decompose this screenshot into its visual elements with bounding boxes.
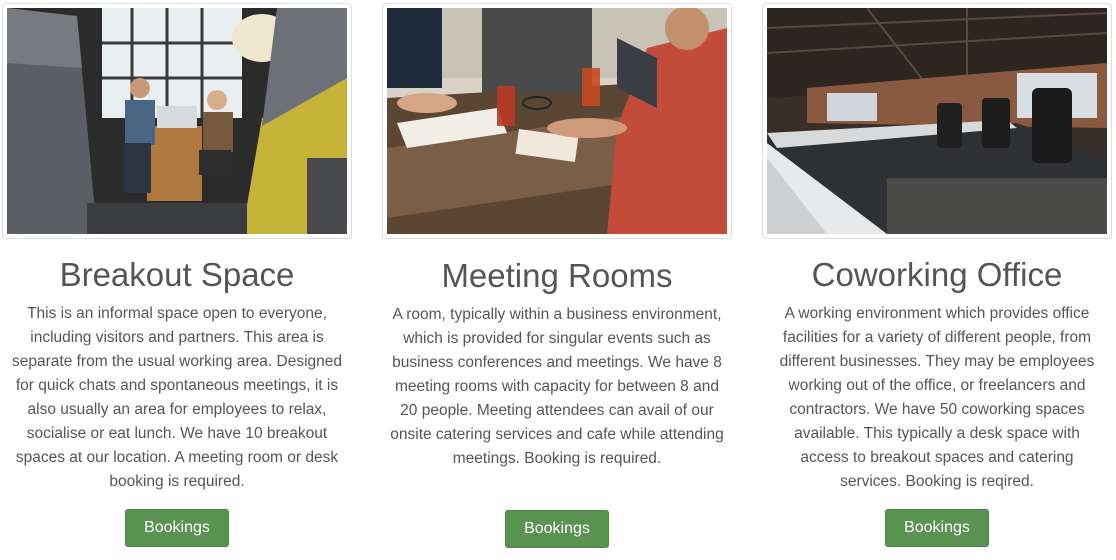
- card-title: Meeting Rooms: [441, 257, 673, 294]
- thumbnail-frame: [382, 3, 732, 239]
- card-coworking-office: Coworking Office A working environment w…: [762, 0, 1112, 560]
- card-meeting-rooms: Meeting Rooms A room, typically within a…: [382, 0, 732, 560]
- card-description: A room, typically within a business envi…: [390, 306, 724, 467]
- card-title: Breakout Space: [59, 256, 295, 293]
- bookings-button[interactable]: Bookings »: [885, 509, 989, 560]
- meeting-rooms-photo: [387, 8, 727, 234]
- bookings-button[interactable]: Bookings »: [505, 510, 609, 560]
- coworking-office-photo: [767, 8, 1107, 234]
- services-cards: Breakout Space This is an informal space…: [0, 0, 1116, 560]
- card-breakout-space: Breakout Space This is an informal space…: [2, 0, 352, 560]
- thumbnail-frame: [762, 3, 1112, 239]
- thumbnail-frame: [2, 3, 352, 239]
- card-title: Coworking Office: [811, 256, 1063, 293]
- breakout-space-photo: [7, 8, 347, 234]
- card-description: This is an informal space open to everyo…: [12, 305, 342, 490]
- card-description: A working environment which provides off…: [779, 305, 1095, 490]
- bookings-button[interactable]: Bookings »: [125, 509, 229, 560]
